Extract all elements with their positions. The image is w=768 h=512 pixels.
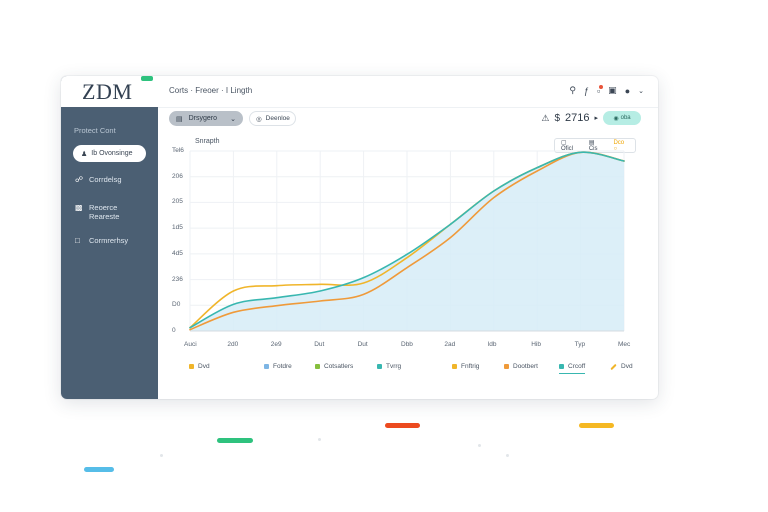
logo-area: ZDM xyxy=(61,76,158,107)
legend-label: Crcoff xyxy=(568,363,586,370)
x-tick-label: Dbb xyxy=(401,341,413,348)
sidebar: ZDM Protect Cont ♟ Ib Ovonsinge ☍ Corrde… xyxy=(61,76,158,399)
decorative-bar xyxy=(385,423,420,428)
decorative-dot xyxy=(318,438,321,441)
legend-label: Dvd xyxy=(621,363,633,370)
x-tick-label: Mec xyxy=(618,341,631,348)
search-icon[interactable]: ⚲ xyxy=(569,85,576,96)
legend-label: Fnftrig xyxy=(461,363,480,370)
decorative-bar xyxy=(217,438,253,443)
lock-icon[interactable]: ▣ xyxy=(608,85,617,96)
x-tick-label: 2d0 xyxy=(227,341,239,348)
warning-icon[interactable]: ⚠ xyxy=(541,113,549,124)
currency-icon: $ xyxy=(554,112,560,124)
legend-item[interactable]: Dvd xyxy=(189,363,210,370)
legend-label: Tvrrg xyxy=(386,363,402,370)
area-chart xyxy=(189,150,625,332)
target-icon: ◎ xyxy=(256,115,262,123)
arrow-icon: ▸ xyxy=(594,115,598,122)
y-tick-label: 236 xyxy=(172,275,183,283)
app-logo[interactable]: ZDM xyxy=(82,79,132,105)
x-tick-label: Typ xyxy=(574,341,586,348)
sidebar-item-corrdelsg[interactable]: ☍ Corrdelsg xyxy=(75,175,122,184)
legend-item[interactable]: Dvd xyxy=(610,363,633,370)
sidebar-item-active[interactable]: ♟ Ib Ovonsinge xyxy=(73,145,146,162)
metric-value: 2716 xyxy=(565,112,590,124)
logo-badge xyxy=(141,76,153,81)
y-tick-label: 206 xyxy=(172,172,183,180)
bell-icon[interactable]: ● xyxy=(625,86,630,96)
x-tick-label: Hib xyxy=(531,341,541,348)
legend-swatch xyxy=(610,363,617,370)
toggle-icon: ◉ xyxy=(613,115,619,122)
top-bar: Corts · Freoer · I Lingth ⚲ ƒ ▫ ▣ ● ⌄ xyxy=(158,76,658,108)
y-tick-label: Tel6 xyxy=(172,147,184,154)
legend-label: Dootbert xyxy=(513,363,538,370)
legend-item[interactable]: Fnftrig xyxy=(452,363,479,370)
chevron-down-icon[interactable]: ⌄ xyxy=(638,87,644,95)
sidebar-item-cormrerhsy[interactable]: □ Cormrerhsy xyxy=(75,236,128,245)
notification-icon[interactable]: ▫ xyxy=(597,84,604,96)
chart-icon: ☍ xyxy=(75,175,84,184)
y-tick-label: 0 xyxy=(172,327,176,334)
y-tick-label: 4d5 xyxy=(172,249,183,257)
x-tick-label: ldb xyxy=(487,341,497,348)
top-icons: ⚲ ƒ ▫ ▣ ● ⌄ xyxy=(569,84,644,96)
document-icon: ▤ xyxy=(176,115,183,123)
legend-swatch xyxy=(559,364,564,369)
info-icon[interactable]: ƒ xyxy=(584,86,589,96)
decorative-dot xyxy=(478,444,481,447)
user-icon: ♟ xyxy=(81,150,88,158)
breadcrumb: Corts · Freoer · I Lingth xyxy=(169,86,253,95)
y-tick-label: 205 xyxy=(172,198,183,206)
sidebar-item-label: Ib Ovonsinge xyxy=(91,150,133,157)
metric-group: ⚠ $ 2716 ▸ ◉ oba xyxy=(541,111,641,125)
details-label: Deenloe xyxy=(265,115,290,122)
legend-label: Fotdre xyxy=(273,363,292,370)
sidebar-item-reoerce[interactable]: ▩ Reoerce Reareste xyxy=(75,203,119,221)
sidebar-item-label: Reoerce Reareste xyxy=(89,203,120,221)
legend-item[interactable]: Fotdre xyxy=(264,363,292,370)
legend-item[interactable]: Tvrrg xyxy=(377,363,401,370)
decorative-bar xyxy=(579,423,614,428)
legend-item[interactable]: Crcoff xyxy=(559,363,586,374)
x-tick-label: 2e9 xyxy=(270,341,282,348)
bar-icon: ▩ xyxy=(75,203,83,212)
toggle-label: oba xyxy=(620,115,631,121)
sidebar-item-label: Corrdelsg xyxy=(89,175,122,184)
app-window: ZDM Protect Cont ♟ Ib Ovonsinge ☍ Corrde… xyxy=(61,76,658,399)
toggle-switch[interactable]: ◉ oba xyxy=(603,111,641,125)
legend-swatch xyxy=(504,364,509,369)
legend-swatch xyxy=(315,364,320,369)
chevron-down-icon: ⌄ xyxy=(230,115,236,123)
toolbar: ▤ Drsygero ⌄ ◎ Deenloe ⚠ $ 2716 ▸ ◉ oba xyxy=(158,107,658,133)
legend-swatch xyxy=(452,364,457,369)
legend-swatch xyxy=(377,364,382,369)
x-tick-label: 2ad xyxy=(444,341,456,348)
legend-item[interactable]: Cotsatlers xyxy=(315,363,353,370)
y-tick-label: D0 xyxy=(172,301,181,309)
x-tick-label: Dut xyxy=(314,341,325,348)
y-tick-label: 1d5 xyxy=(172,224,183,232)
legend-label: Cotsatlers xyxy=(324,363,354,370)
chart-legend: Dvd Fotdre Cotsatlers Tvrrg Fnftrig Dootbert C… xyxy=(158,363,658,375)
sidebar-section-label: Protect Cont xyxy=(74,126,116,135)
legend-swatch xyxy=(264,364,269,369)
sidebar-item-label: Cormrerhsy xyxy=(89,236,129,245)
decorative-dot xyxy=(506,454,509,457)
details-button[interactable]: ◎ Deenloe xyxy=(249,111,296,126)
x-tick-label: Dut xyxy=(357,341,368,348)
decorative-dot xyxy=(160,454,163,457)
legend-label: Dvd xyxy=(198,363,210,370)
x-tick-label: Auci xyxy=(184,341,197,348)
square-icon: □ xyxy=(75,236,80,245)
legend-swatch xyxy=(189,364,194,369)
chart-area: Snrapth ▢ Oficl ▤ Cis Dco ○ Tel6 206 205 1d… xyxy=(158,133,658,399)
decorative-bar xyxy=(84,467,114,472)
dropdown-label: Drsygero xyxy=(188,115,218,122)
view-dropdown[interactable]: ▤ Drsygero ⌄ xyxy=(169,111,243,126)
legend-item[interactable]: Dootbert xyxy=(504,363,538,370)
